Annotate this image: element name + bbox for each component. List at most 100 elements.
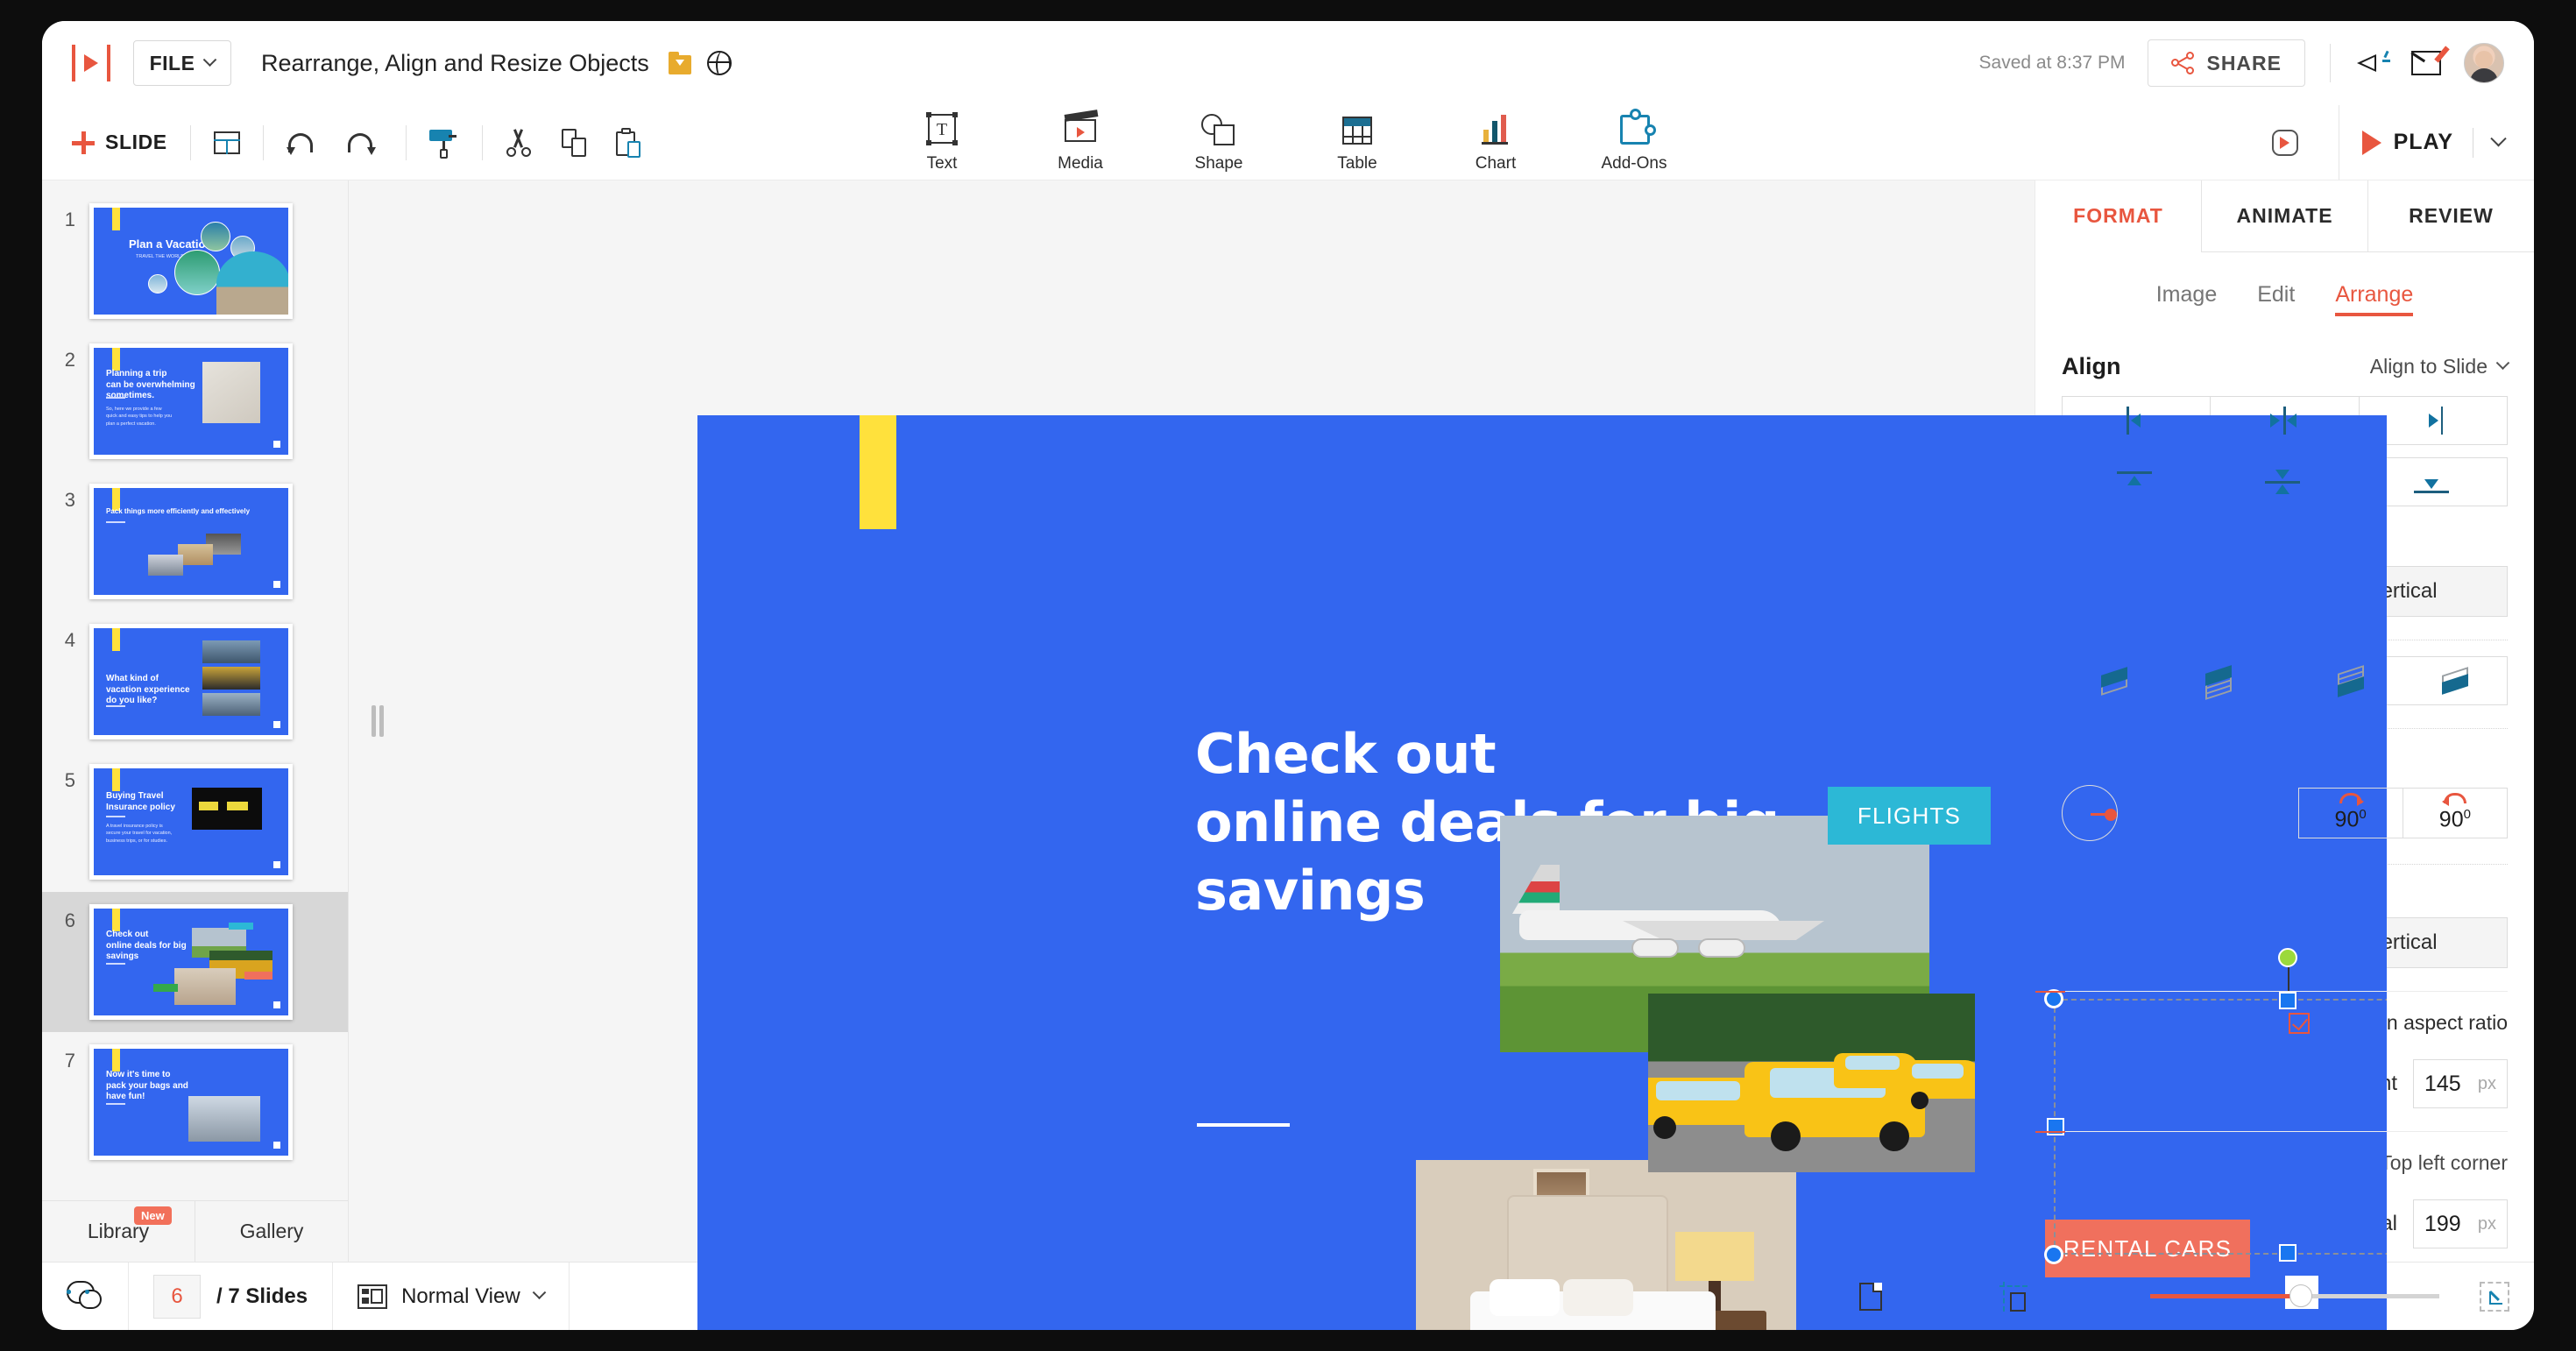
paste-icon[interactable] [615,127,640,158]
subtab-image[interactable]: Image [2156,282,2217,316]
insert-addons-button[interactable]: Add-Ons [1594,108,1674,173]
view-mode-cell[interactable]: Normal View [333,1263,570,1330]
tab-gallery[interactable]: Gallery [195,1201,348,1262]
tab-animate[interactable]: ANIMATE [2201,180,2367,252]
slides-list[interactable]: 1 Plan a Vacation TRAVEL THE WORLD YOUR … [42,180,348,1200]
clapperboard-icon [1060,109,1100,149]
slide-number: 1 [64,209,75,230]
comment-icon[interactable] [67,1280,103,1312]
align-top-icon [2115,468,2157,496]
height-field[interactable]: px [2413,1059,2508,1108]
insert-shape-label: Shape [1194,153,1243,173]
undo-icon[interactable] [286,130,316,156]
insert-text-button[interactable]: T Text [902,111,982,173]
bar-chart-icon [1476,112,1516,149]
current-slide-number: 6 [171,1284,183,1308]
taxi-cabs-photo[interactable] [1648,994,1975,1172]
position-vertical-input[interactable] [2424,1211,2473,1237]
hotel-bedroom-photo[interactable] [1416,1160,1796,1330]
folder-download-icon[interactable] [668,52,691,74]
rotate-clockwise-button[interactable]: 900 [2297,788,2403,838]
play-label[interactable]: PLAY [2394,130,2453,155]
divider [2035,1131,2508,1133]
current-slide-input[interactable]: 6 [153,1274,201,1319]
height-unit: px [2477,1073,2496,1093]
thumb-title: What kind of vacation experience do you … [106,674,190,705]
insert-table-button[interactable]: Table [1317,112,1398,173]
normal-view-icon [357,1284,388,1309]
divider [2330,44,2331,82]
tab-review-label: REVIEW [2409,204,2494,227]
list-item[interactable]: 7 Now it's time to pack your bags and ha… [42,1032,348,1172]
document-title[interactable]: Rearrange, Align and Resize Objects [261,50,649,77]
tab-library[interactable]: Library New [42,1201,195,1262]
bring-to-front-button[interactable] [2403,656,2508,705]
globe-icon[interactable] [706,51,732,75]
list-item-active[interactable]: 6 Check out online deals for big savings [42,892,348,1032]
insert-shape-button[interactable]: Shape [1178,112,1259,173]
redo-icon[interactable] [346,130,376,156]
add-slide-button[interactable]: SLIDE [72,131,167,154]
canvas-area[interactable]: Check out online deals for big savings [349,180,2387,1330]
file-menu-button[interactable]: FILE [133,40,231,86]
list-item[interactable]: 5 Buying Travel Insurance policy A trave… [42,752,348,892]
tab-format[interactable]: FORMAT [2035,180,2201,252]
slide-number: 5 [64,769,75,791]
comments-cell[interactable] [42,1263,129,1330]
chevron-down-icon[interactable] [2490,131,2507,147]
library-gallery-tabs: Library New Gallery [42,1200,348,1262]
slide-thumbnail[interactable]: Buying Travel Insurance policy A travel … [89,764,293,880]
resize-handle-middle-left[interactable] [2047,1118,2064,1135]
slide-thumbnail[interactable]: Plan a Vacation TRAVEL THE WORLD YOUR WA… [89,203,293,319]
user-avatar[interactable] [2464,43,2504,83]
tab-animate-label: ANIMATE [2236,204,2333,227]
slide-thumbnail[interactable]: What kind of vacation experience do you … [89,624,293,739]
play-triangle-icon[interactable] [2361,130,2381,155]
checkbox-checked-icon [2288,1012,2310,1034]
resize-handle-bottom-center[interactable] [2279,1244,2296,1262]
megaphone-icon[interactable] [2355,49,2390,77]
slide-layout-icon[interactable] [213,131,240,154]
tab-review[interactable]: REVIEW [2367,180,2534,252]
subtab-arrange[interactable]: Arrange [2335,282,2413,316]
rotate-handle[interactable] [2278,948,2297,967]
list-item[interactable]: 2 Planning a trip can be overwhelming so… [42,331,348,471]
rotate-counterclockwise-icon [2441,793,2466,807]
align-center-horizontal-icon [2263,407,2305,435]
insert-media-button[interactable]: Media [1040,109,1121,173]
rotate-dial[interactable] [2062,785,2118,841]
slide-thumbnail[interactable]: Planning a trip can be overwhelming some… [89,343,293,459]
slide-thumbnail[interactable]: Now it's time to pack your bags and have… [89,1044,293,1160]
list-item[interactable]: 1 Plan a Vacation TRAVEL THE WORLD YOUR … [42,191,348,331]
thumb-title: Buying Travel Insurance policy [106,791,175,812]
slide-thumbnail[interactable]: Check out online deals for big savings [89,904,293,1020]
add-slide-label: SLIDE [105,131,167,153]
share-button[interactable]: SHARE [2148,39,2305,87]
tag-flights[interactable]: FLIGHTS [1828,787,1991,845]
list-item[interactable]: 3 Pack things more efficiently and effec… [42,471,348,612]
gear-play-icon[interactable] [2270,128,2300,158]
zoom-slider[interactable] [2150,1284,2439,1307]
slide-thumbnail[interactable]: Pack things more efficiently and effecti… [89,484,293,599]
insert-chart-button[interactable]: Chart [1455,112,1536,173]
scissors-icon[interactable] [506,128,532,157]
slide-number: 3 [64,489,75,511]
height-input[interactable] [2424,1071,2473,1097]
subtab-edit[interactable]: Edit [2257,282,2295,316]
align-target-dropdown[interactable]: Align to Slide [2370,355,2510,378]
panel-collapse-handle[interactable] [372,705,384,737]
file-menu-label: FILE [149,51,195,74]
resize-handle-top-center[interactable] [2279,992,2296,1009]
copy-icon[interactable] [561,128,586,157]
slide-canvas[interactable]: Check out online deals for big savings [697,415,2387,1330]
envelope-edit-icon[interactable] [2411,46,2450,75]
fit-to-screen-icon[interactable] [2480,1281,2509,1312]
rotate-counterclockwise-button[interactable]: 900 [2403,788,2508,838]
app-logo-icon[interactable] [72,45,110,81]
paint-roller-icon[interactable] [428,128,459,159]
selection-bounding-box[interactable] [2044,948,2387,1264]
position-vertical-field[interactable]: px [2413,1199,2508,1248]
align-center-vertical-icon [2263,468,2305,496]
list-item[interactable]: 4 What kind of vacation experience do yo… [42,612,348,752]
resize-handle-bottom-left[interactable] [2044,1245,2063,1264]
